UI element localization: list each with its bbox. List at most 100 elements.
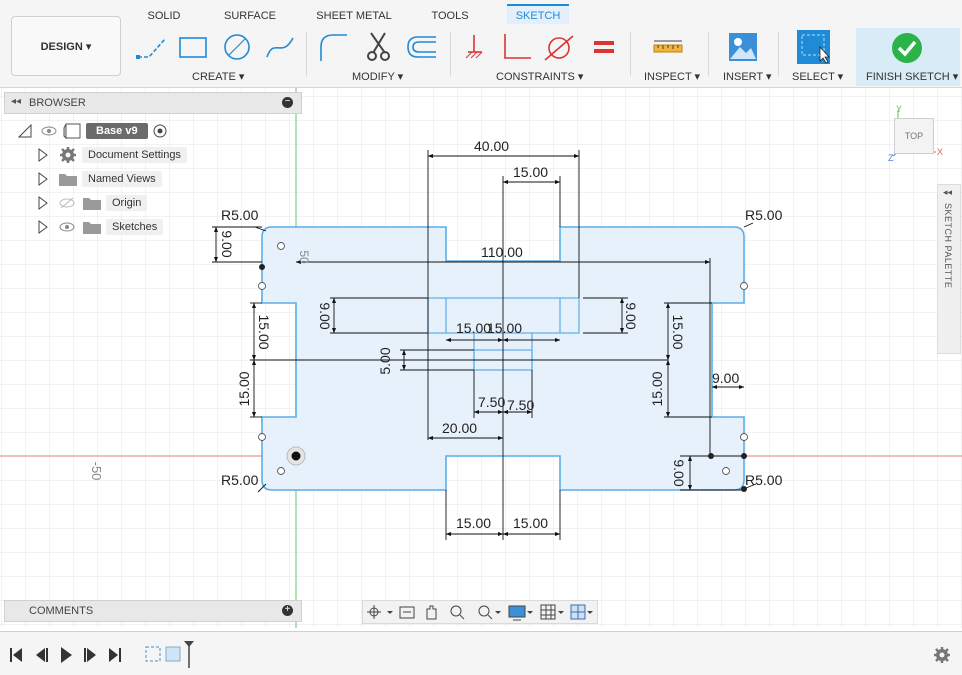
timeline-controls [10,641,950,668]
inspect-menu[interactable]: INSPECT ▾ [644,70,700,83]
fillet-icon [320,34,347,61]
separator [306,32,307,76]
perpendicular-icon [504,34,531,59]
browser-item-label: Sketches [106,219,164,235]
timeline [0,631,962,675]
constraints-menu[interactable]: CONSTRAINTS ▾ [496,70,583,83]
dim-20: 20.00 [442,420,477,436]
eye-hidden-icon[interactable] [58,196,76,210]
tangent-constraint[interactable] [542,30,576,64]
eye-icon[interactable] [58,220,76,234]
skip-to-start-icon [10,648,22,662]
trim-tool[interactable] [362,30,396,64]
expand-arrow-icon[interactable] [38,148,48,162]
expand-palette-icon[interactable]: ◂◂ [943,187,952,198]
component-icon [63,123,81,140]
separator [708,32,709,76]
separator [630,32,631,76]
folder-icon [83,222,101,234]
browser-header[interactable]: ◂◂ BROWSER − [4,92,302,114]
dim-7-5-right: 7.50 [507,397,534,413]
sketch-palette-label: SKETCH PALETTE [943,203,953,289]
workspace-label: DESIGN ▾ [40,40,92,53]
add-comment-icon[interactable]: + [282,605,293,616]
offset-tool[interactable] [404,30,438,64]
workspace-switcher[interactable]: DESIGN ▾ [11,16,121,76]
fillet-tool[interactable] [316,30,350,64]
expand-arrow-icon[interactable] [38,172,48,186]
tab-solid[interactable]: SOLID [143,6,185,26]
browser-item-named-views[interactable]: Named Views [38,169,162,189]
collapse-icon[interactable]: ◂◂ [11,96,21,107]
coincident-constraint[interactable] [458,30,492,64]
tab-tools[interactable]: TOOLS [428,6,472,26]
comments-title: COMMENTS [29,605,94,617]
select-tool[interactable] [796,30,830,64]
insert-menu[interactable]: INSERT ▾ [723,70,772,83]
fix-constraint-icon [465,35,483,59]
dim-40: 40.00 [474,138,509,154]
browser-item-sketches[interactable]: Sketches [38,217,164,237]
separator [778,32,779,76]
activate-radio-icon[interactable] [152,123,168,139]
finish-sketch-button[interactable] [890,31,924,65]
expand-triangle-icon[interactable] [18,124,32,138]
line-icon [136,38,166,59]
dim-7-5-left: 7.50 [478,394,505,410]
minus-icon[interactable]: − [282,97,293,108]
skip-to-end-icon [109,648,121,662]
browser-item-base[interactable]: Base v9 [18,121,168,141]
insert-image-tool[interactable] [726,30,760,64]
tab-sheet-metal[interactable]: SHEET METAL [314,6,394,26]
grid-label-top: 50 [297,250,311,264]
z-axis-label: Z [888,153,894,163]
play-icon [61,647,72,663]
browser-item-document-settings[interactable]: Document Settings [38,145,187,165]
select-menu[interactable]: SELECT ▾ [792,70,843,83]
timeline-marker-icon [184,641,194,668]
toolbar: SOLID SURFACE SHEET METAL TOOLS SKETCH D… [0,0,962,88]
separator [450,32,451,76]
viewports-icon [570,604,586,620]
equal-constraint[interactable] [587,30,621,64]
navigation-bar [362,600,598,624]
navigation-tools [367,604,593,621]
sketch-palette[interactable]: ◂◂ SKETCH PALETTE [937,184,961,354]
tab-sketch[interactable]: SKETCH [507,4,569,24]
expand-arrow-icon[interactable] [38,220,48,234]
finish-sketch-menu[interactable]: FINISH SKETCH ▾ [866,70,958,83]
dim-9-bottom-right: 9.00 [671,459,687,486]
circle-tool[interactable] [220,30,254,64]
settings-gear-icon [934,647,950,663]
rectangle-tool[interactable] [176,30,210,64]
select-window-icon [797,30,830,64]
pan-icon [426,605,437,620]
eye-icon[interactable] [40,124,58,138]
modify-menu[interactable]: MODIFY ▾ [352,70,403,83]
expand-arrow-icon[interactable] [38,196,48,210]
dim-15-left-upper: 15.00 [256,314,272,349]
spline-icon [266,37,294,58]
dim-15-bottom-right: 15.00 [513,515,548,531]
dim-r-top-right: R5.00 [745,207,783,223]
spline-tool[interactable] [263,30,297,64]
viewcube[interactable]: TOP [894,118,934,154]
x-axis-label: X [937,147,943,157]
browser-item-label: Named Views [82,171,162,187]
line-tool[interactable] [134,30,168,64]
browser-item-origin[interactable]: Origin [38,193,148,213]
orbit-icon [367,605,381,619]
perpendicular-constraint[interactable] [500,30,534,64]
dim-9-left: 9.00 [219,230,235,257]
look-at-icon [399,606,415,619]
folder-icon [59,174,77,186]
measure-tool[interactable] [651,30,685,64]
dim-r-bottom-right: R5.00 [745,472,783,488]
browser-item-label: Base v9 [86,123,148,139]
tab-surface[interactable]: SURFACE [222,6,278,26]
comments-header[interactable]: COMMENTS + [4,600,302,622]
check-icon [892,33,922,63]
create-menu[interactable]: CREATE ▾ [192,70,244,83]
offset-icon [407,36,436,58]
origin-point [291,451,301,461]
